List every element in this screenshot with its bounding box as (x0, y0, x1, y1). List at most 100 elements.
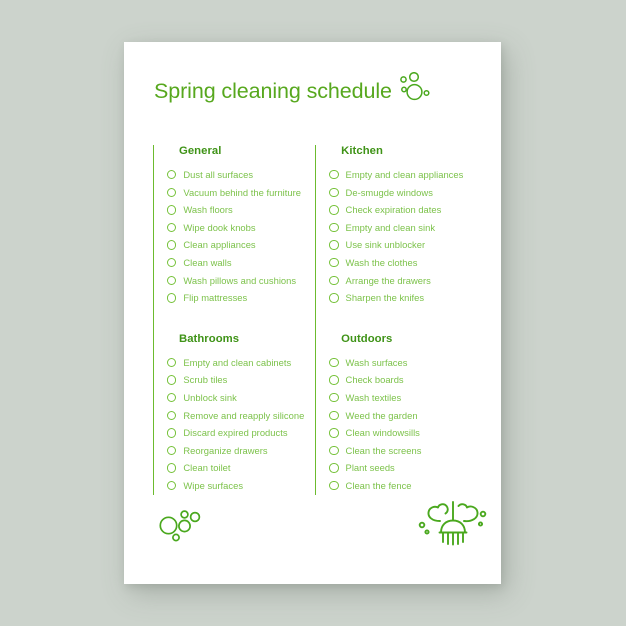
section-heading: Kitchen (341, 145, 383, 157)
checklist-item[interactable]: Empty and clean sink (328, 219, 483, 237)
checkbox-circle-icon[interactable] (167, 293, 177, 303)
checkbox-circle-icon[interactable] (167, 357, 177, 368)
checklist-item[interactable]: Wipe surfaces (166, 477, 315, 495)
checklist-item[interactable]: Scrub tiles (166, 371, 315, 389)
checklist-item[interactable]: Flip mattresses (166, 289, 315, 307)
section-heading: General (179, 145, 222, 157)
checklist-item[interactable]: Plant seeds (328, 459, 483, 477)
checklist-item-label: De-smugde windows (345, 186, 433, 198)
checkbox-circle-icon[interactable] (329, 463, 339, 473)
checklist-item-label: Wipe dook knobs (183, 221, 256, 233)
checkbox-circle-icon[interactable] (329, 481, 339, 491)
checkbox-circle-icon[interactable] (329, 445, 339, 456)
checklist-item[interactable]: De-smugde windows (328, 184, 483, 202)
canvas: Spring cleaning schedule General Dust al… (0, 0, 626, 626)
checkbox-circle-icon[interactable] (167, 481, 177, 491)
checklist-item[interactable]: Discard expired products (166, 424, 315, 442)
checklist-item-label: Wash floors (183, 204, 233, 216)
checklist-item-label: Clean walls (183, 257, 232, 269)
checklist-item-label: Wipe surfaces (183, 480, 244, 491)
checklist-item-label: Wash textiles (345, 392, 402, 404)
checklist-item-label: Use sink unblocker (345, 239, 426, 251)
checkbox-circle-icon[interactable] (167, 275, 177, 286)
checkbox-circle-icon[interactable] (329, 205, 339, 215)
checkbox-circle-icon[interactable] (167, 240, 177, 250)
checkbox-circle-icon[interactable] (329, 357, 339, 368)
checklist-item[interactable]: Check expiration dates (328, 201, 483, 219)
section-heading: Outdoors (341, 332, 393, 345)
checklist-item-label: Dust all surfaces (183, 169, 254, 181)
checklist-item[interactable]: Empty and clean cabinets (166, 354, 315, 372)
checklist-item[interactable]: Clean the screens (328, 442, 483, 460)
checkbox-circle-icon[interactable] (329, 240, 339, 250)
checkbox-circle-icon[interactable] (167, 187, 177, 198)
checklist-item[interactable]: Dust all surfaces (166, 166, 315, 184)
checklist-item[interactable]: Wash textiles (328, 389, 483, 407)
checklist-item-label: Flip mattresses (183, 292, 248, 304)
checklist-item[interactable]: Empty and clean appliances (328, 166, 483, 184)
checklist-item[interactable]: Vacuum behind the furniture (166, 184, 315, 202)
checkbox-circle-icon[interactable] (167, 170, 177, 180)
checklist-item[interactable]: Wash pillows and cushions (166, 272, 315, 290)
checklist-item[interactable]: Unblock sink (166, 389, 315, 407)
checkbox-circle-icon[interactable] (167, 222, 177, 233)
checklist-outdoors: Wash surfaces Check boards Wash textiles (328, 354, 483, 495)
checkbox-circle-icon[interactable] (329, 393, 339, 403)
checkbox-circle-icon[interactable] (167, 428, 177, 438)
checklist-item[interactable]: Clean walls (166, 254, 315, 272)
checklist-item[interactable]: Arrange the drawers (328, 272, 483, 290)
checklist-item-label: Empty and clean cabinets (183, 356, 292, 368)
checkbox-circle-icon[interactable] (167, 375, 177, 385)
checkbox-circle-icon[interactable] (167, 258, 177, 268)
checklist-item-label: Clean toilet (183, 462, 231, 474)
checklist-item[interactable]: Wash the clothes (328, 254, 483, 272)
checklist-kitchen: Empty and clean appliances De-smugde win… (328, 166, 483, 307)
checkbox-circle-icon[interactable] (167, 463, 177, 473)
checkbox-circle-icon[interactable] (167, 410, 177, 421)
checklist-item[interactable]: Wash floors (166, 201, 315, 219)
checkbox-circle-icon[interactable] (329, 258, 339, 268)
checklist-item-label: Scrub tiles (183, 374, 228, 386)
section-heading: Bathrooms (179, 332, 240, 345)
checklist-item[interactable]: Check boards (328, 371, 483, 389)
checkbox-circle-icon[interactable] (329, 293, 339, 303)
checklist-item[interactable]: Clean the fence (328, 477, 483, 495)
page-title-text: Spring cleaning schedule (154, 79, 392, 103)
checkbox-circle-icon[interactable] (329, 170, 339, 180)
checkbox-circle-icon[interactable] (329, 187, 339, 198)
checklist-item-label: Remove and reapply silicone (183, 409, 305, 421)
checkbox-circle-icon[interactable] (167, 393, 177, 403)
checkbox-circle-icon[interactable] (329, 410, 339, 421)
bubbles-icon (397, 72, 433, 106)
checklist-item-label: Wash surfaces (345, 356, 408, 368)
section-general: General Dust all surfaces Vacuum behind … (166, 145, 315, 307)
checklist-item[interactable]: Sharpen the knifes (328, 289, 483, 307)
checkbox-circle-icon[interactable] (329, 428, 339, 438)
checkbox-circle-icon[interactable] (167, 445, 177, 456)
checklist-columns: General Dust all surfaces Vacuum behind … (153, 145, 483, 495)
checklist-item-label: Clean appliances (183, 239, 256, 251)
checklist-item[interactable]: Remove and reapply silicone (166, 407, 315, 425)
checkbox-circle-icon[interactable] (329, 375, 339, 385)
checklist-item[interactable]: Clean toilet (166, 459, 315, 477)
checklist-bathrooms: Empty and clean cabinets Scrub tiles Unb… (166, 354, 315, 495)
checklist-item[interactable]: Clean windowsills (328, 424, 483, 442)
checklist-item-label: Check boards (345, 374, 404, 386)
section-bathrooms: Bathrooms Empty and clean cabinets Scrub… (166, 333, 315, 495)
checklist-item[interactable]: Wash surfaces (328, 354, 483, 372)
checklist-item-label: Weed the garden (345, 409, 418, 421)
checklist-item[interactable]: Wipe dook knobs (166, 219, 315, 237)
checkbox-circle-icon[interactable] (329, 222, 339, 233)
checklist-item[interactable]: Use sink unblocker (328, 236, 483, 254)
mop-with-bubbles-icon (414, 499, 492, 549)
checkbox-circle-icon[interactable] (329, 275, 339, 286)
checkbox-circle-icon[interactable] (167, 205, 177, 215)
checklist-item-label: Plant seeds (345, 462, 395, 474)
checklist-item[interactable]: Reorganize drawers (166, 442, 315, 460)
checklist-item-label: Check expiration dates (345, 204, 442, 216)
bubbles-icon (156, 505, 204, 547)
checklist-item-label: Unblock sink (183, 392, 237, 404)
checklist-item[interactable]: Clean appliances (166, 236, 315, 254)
checklist-item[interactable]: Weed the garden (328, 407, 483, 425)
checklist-item-label: Reorganize drawers (183, 444, 268, 456)
